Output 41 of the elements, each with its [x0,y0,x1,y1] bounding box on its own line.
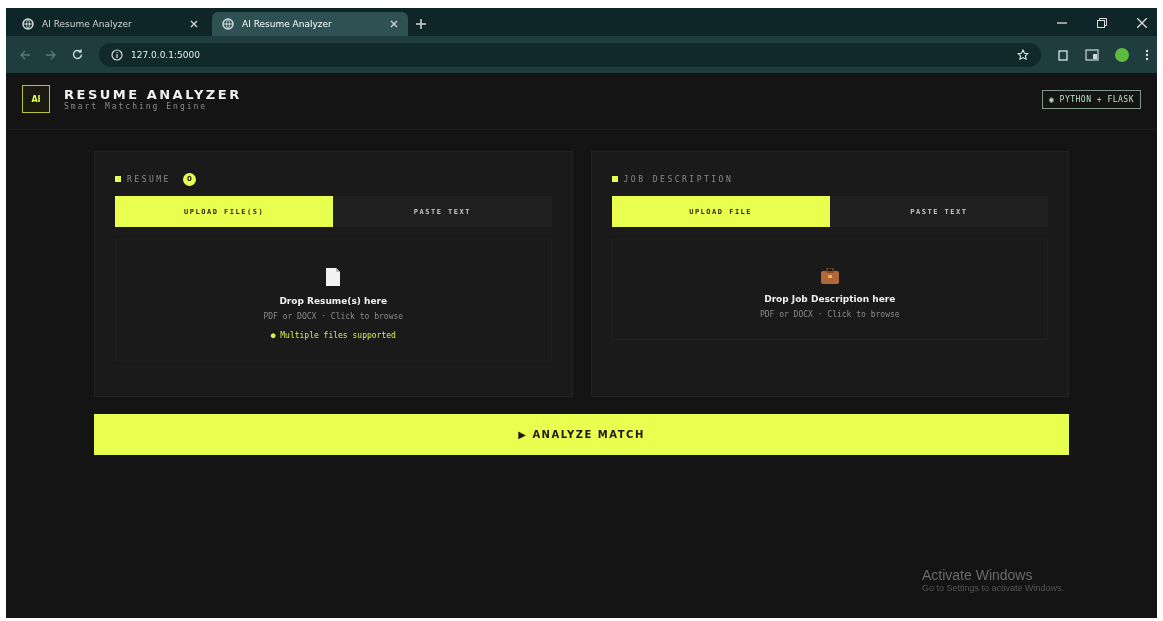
drop-note: ● Multiple files supported [270,331,396,340]
app-title: RESUME ANALYZER [64,87,242,102]
close-icon [1137,18,1147,28]
star-icon [1017,48,1029,61]
square-icon [611,176,618,182]
app-subtitle: Smart Matching Engine [64,102,209,111]
tab-title: AI Resume Analyzer [242,19,333,29]
analyze-button[interactable]: ▶ ANALYZE MATCH [94,414,1069,455]
address-bar[interactable]: 127.0.0.1:5000 [99,42,1041,67]
stack-badge: ◉ PYTHON + FLASK [1041,89,1141,109]
briefcase-icon [820,268,839,284]
panel-label: JOB DESCRIPTION [623,174,734,184]
drop-title: Drop Resume(s) here [279,296,388,306]
close-icon [390,20,398,28]
panel-label: RESUME [127,174,171,184]
sidebar-icon [1085,48,1099,61]
drop-zone[interactable]: Drop Job Description here PDF or DOCX · Click to browse [611,239,1048,340]
close-icon [190,20,198,28]
document-icon [326,268,341,286]
browser-tab[interactable]: AI Resume Analyzer [12,12,208,36]
url-text: 127.0.0.1:5000 [131,49,200,60]
square-icon [115,176,121,182]
globe-icon [222,18,234,30]
menu-icon [1145,48,1149,61]
restore-icon [1097,18,1107,28]
drop-zone[interactable]: Drop Resume(s) here PDF or DOCX · Click to browse ● Multiple files supported [115,239,552,361]
new-tab-icon [416,19,426,29]
logo: AI [22,85,50,113]
info-icon [111,48,123,61]
activation-title: Activate Windows [922,567,1034,583]
browser-tab[interactable]: AI Resume Analyzer [212,12,408,36]
drop-title: Drop Job Description here [764,294,896,304]
extension-icon [1057,48,1069,61]
globe-icon [22,18,34,30]
drop-hint: PDF or DOCX · Click to browse [263,312,404,321]
back-icon [20,49,30,60]
avatar-icon [1115,47,1129,62]
drop-hint: PDF or DOCX · Click to browse [759,310,900,319]
forward-icon [46,49,56,60]
reload-icon [72,49,83,60]
tab-title: AI Resume Analyzer [42,19,133,29]
